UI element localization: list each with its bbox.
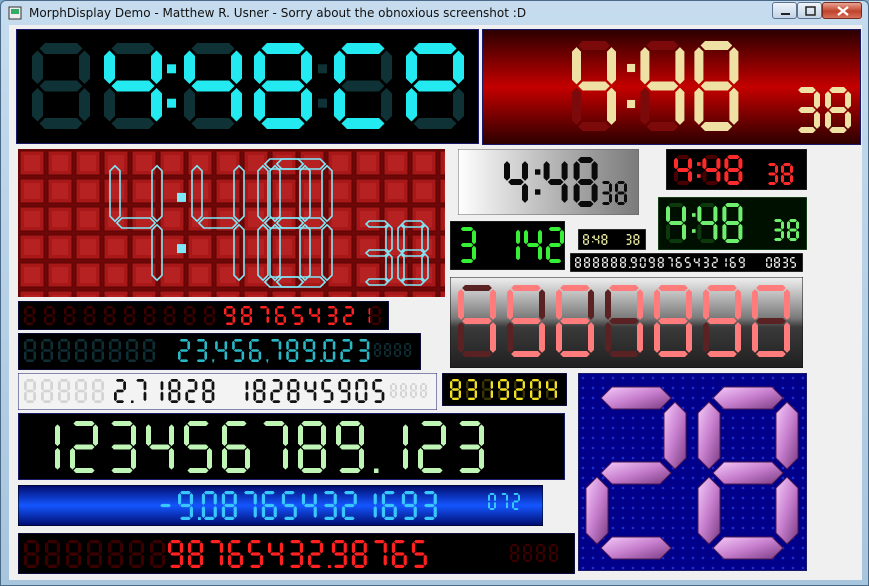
display-purple-28 <box>578 373 807 571</box>
display-large-green-number <box>18 413 565 480</box>
display-blue-number <box>18 485 543 526</box>
colon-dot <box>535 189 541 195</box>
colon-dot <box>535 169 541 175</box>
decimal-dot <box>131 400 134 403</box>
decimal-dot <box>374 468 379 473</box>
display-canvas <box>18 333 421 370</box>
display-canvas <box>18 485 543 526</box>
display-canvas <box>458 149 639 215</box>
colon-dot <box>167 64 176 74</box>
display-red-row-2 <box>18 533 575 574</box>
display-canvas <box>570 253 803 272</box>
colon-dot <box>177 244 186 254</box>
maximize-icon <box>805 6 816 16</box>
close-icon <box>837 6 849 16</box>
display-canvas <box>666 149 807 190</box>
close-button[interactable] <box>822 2 862 19</box>
decimal-dot <box>629 266 631 268</box>
colon-dot <box>318 64 327 74</box>
display-red-row-1 <box>18 301 389 330</box>
display-canvas <box>578 373 807 571</box>
display-large-cyan-clock <box>16 29 479 144</box>
display-canvas <box>18 301 389 330</box>
display-yellow-number <box>442 373 567 406</box>
display-canvas <box>18 373 437 410</box>
digit-- <box>160 503 171 508</box>
colon-dot <box>177 192 186 202</box>
display-canvas <box>578 229 646 250</box>
colon-dot <box>692 213 696 217</box>
display-brick-outline-clock <box>18 149 445 297</box>
colon-dot <box>627 99 636 109</box>
decimal-dot <box>328 565 331 568</box>
colon-dot <box>318 98 327 108</box>
display-small-red-clock <box>666 149 807 190</box>
colon-dot <box>592 241 594 243</box>
colon-dot <box>627 63 636 73</box>
colon-dot <box>697 162 701 166</box>
maximize-button[interactable] <box>797 2 822 19</box>
title-bar[interactable]: MorphDisplay Demo - Matthew R. Usner - S… <box>1 1 868 25</box>
display-canvas <box>18 413 565 480</box>
colon-dot <box>167 98 176 108</box>
app-icon <box>8 6 22 20</box>
display-canvas <box>450 221 565 270</box>
display-canvas <box>658 197 807 250</box>
display-light-row <box>18 373 437 410</box>
app-window: MorphDisplay Demo - Matthew R. Usner - S… <box>0 0 869 586</box>
minimize-button[interactable] <box>772 2 797 19</box>
colon-dot <box>592 236 594 238</box>
display-canvas <box>18 149 445 297</box>
display-canvas <box>16 29 479 144</box>
display-canvas <box>482 29 861 145</box>
display-canvas <box>18 533 575 574</box>
display-tiny-clock <box>578 229 646 250</box>
display-cyan-row <box>18 333 421 370</box>
minimize-icon <box>781 13 790 15</box>
display-small-green-clock <box>658 197 807 250</box>
window-title: MorphDisplay Demo - Matthew R. Usner - S… <box>29 6 527 20</box>
decimal-dot <box>320 359 323 362</box>
colon-dot <box>692 229 696 233</box>
display-tiny-long-number <box>570 253 803 272</box>
decimal-dot <box>198 517 201 520</box>
client-area <box>9 25 862 580</box>
display-canvas <box>450 277 803 368</box>
display-green-number <box>450 221 565 270</box>
colon-dot <box>697 174 701 178</box>
display-silver-clock <box>458 149 639 215</box>
display-canvas <box>442 373 567 406</box>
display-gray-red-number <box>450 277 803 368</box>
display-red-gradient-clock <box>482 29 861 145</box>
